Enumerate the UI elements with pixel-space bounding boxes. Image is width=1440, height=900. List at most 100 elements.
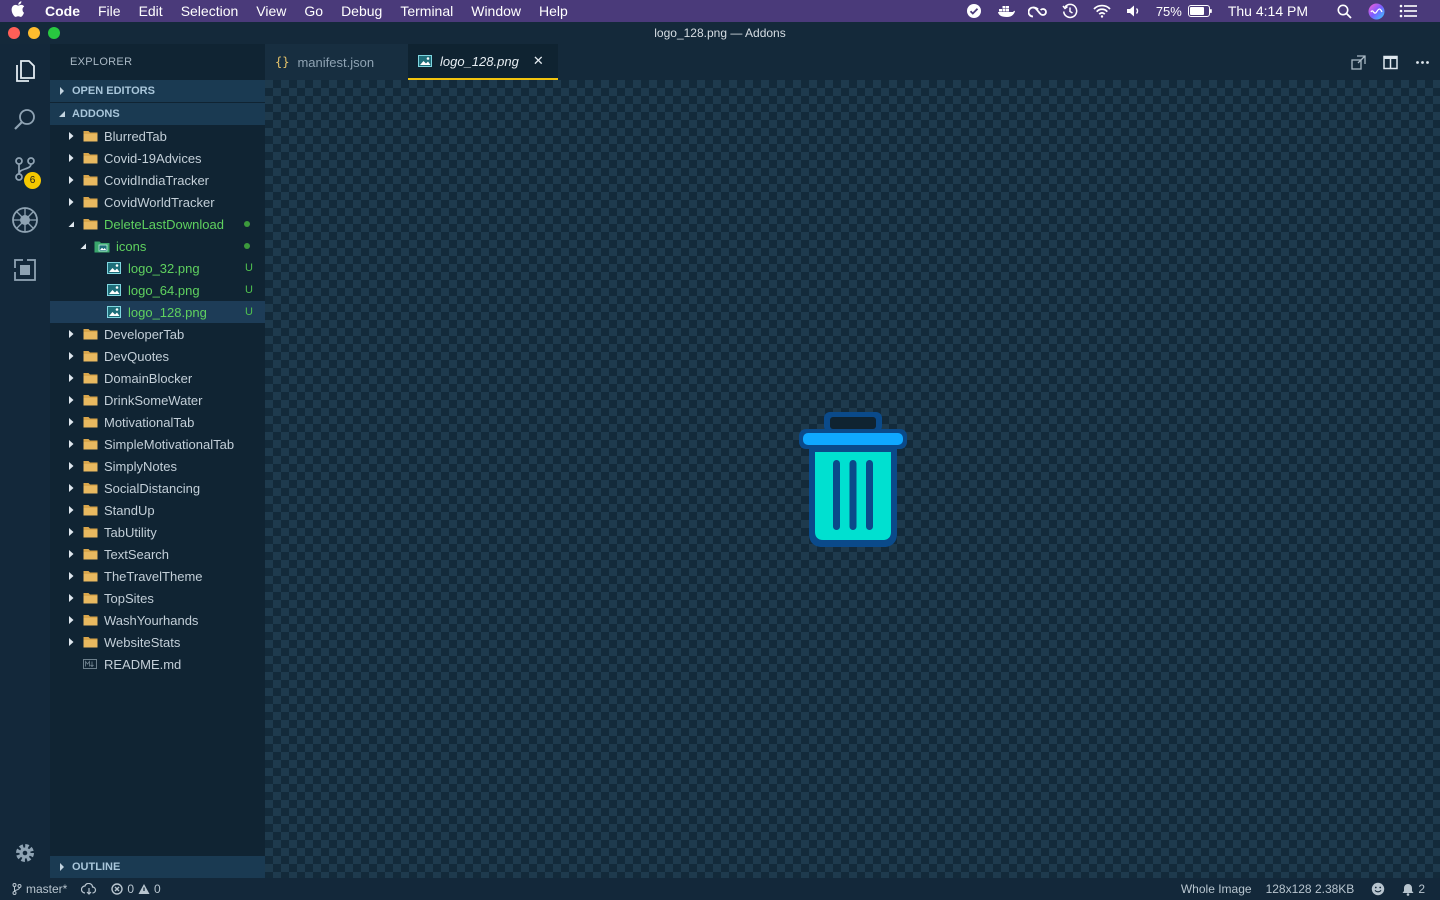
folder-icon — [82, 129, 98, 143]
chevron-down-icon — [66, 219, 76, 229]
chevron-right-icon — [66, 527, 76, 537]
tree-folder-devquotes[interactable]: DevQuotes — [50, 345, 265, 367]
tree-folder-covidworldtracker[interactable]: CovidWorldTracker — [50, 191, 265, 213]
markdown-file-icon — [82, 657, 98, 671]
wifi-icon[interactable] — [1086, 0, 1118, 22]
tree-folder-standup[interactable]: StandUp — [50, 499, 265, 521]
tree-file-readme-md[interactable]: README.md — [50, 653, 265, 675]
notifications-status[interactable]: 2 — [1395, 882, 1432, 896]
tab-logo-128-png[interactable]: logo_128.png ✕ — [408, 44, 558, 80]
explorer-sidebar: EXPLORER OPEN EDITORS ADDONS BlurredTab C… — [50, 44, 265, 878]
menu-app-code[interactable]: Code — [36, 3, 89, 19]
tree-folder-websitestats[interactable]: WebsiteStats — [50, 631, 265, 653]
image-preview-editor[interactable] — [265, 80, 1440, 878]
tree-file-logo-128-png[interactable]: logo_128.png U — [50, 301, 265, 323]
apple-menu-icon[interactable] — [0, 1, 36, 21]
git-status-untracked: U — [245, 262, 253, 274]
spotlight-icon[interactable] — [1328, 0, 1360, 22]
tree-file-logo-64-png[interactable]: logo_64.png U — [50, 279, 265, 301]
tree-folder-icons[interactable]: icons — [50, 235, 265, 257]
tree-folder-tabutility[interactable]: TabUtility — [50, 521, 265, 543]
more-actions-icon[interactable] — [1414, 54, 1430, 70]
feedback-smiley-icon[interactable] — [1361, 882, 1395, 896]
folder-icon — [82, 525, 98, 539]
tree-item-label: WashYourhands — [104, 612, 199, 628]
volume-icon[interactable] — [1118, 0, 1150, 22]
menu-file[interactable]: File — [89, 3, 130, 19]
tree-item-label: SimpleMotivationalTab — [104, 436, 235, 452]
minimize-window-button[interactable] — [28, 27, 40, 39]
tree-item-label: logo_64.png — [128, 282, 200, 298]
menu-selection[interactable]: Selection — [172, 3, 248, 19]
close-tab-icon[interactable]: ✕ — [533, 53, 544, 69]
json-braces-icon: {} — [275, 55, 290, 69]
explorer-icon[interactable] — [10, 56, 40, 86]
menu-go[interactable]: Go — [295, 3, 332, 19]
tree-folder-simplemotivationaltab[interactable]: SimpleMotivationalTab — [50, 433, 265, 455]
tree-item-label: DeveloperTab — [104, 326, 185, 342]
docker-icon[interactable] — [990, 0, 1022, 22]
icons-folder-icon — [94, 239, 110, 253]
chevron-right-icon — [66, 131, 76, 141]
tree-folder-deletelastdownload[interactable]: DeleteLastDownload — [50, 213, 265, 235]
menubar-clock[interactable]: Thu 4:14 PM — [1214, 3, 1328, 19]
menu-edit[interactable]: Edit — [130, 3, 172, 19]
tree-folder-textsearch[interactable]: TextSearch — [50, 543, 265, 565]
image-zoom-status[interactable]: Whole Image — [1174, 882, 1259, 896]
tree-item-label: logo_32.png — [128, 260, 200, 276]
git-branch-status[interactable]: master* — [0, 882, 74, 896]
debug-icon[interactable] — [10, 205, 40, 235]
search-icon[interactable] — [10, 105, 40, 135]
tree-folder-simplynotes[interactable]: SimplyNotes — [50, 455, 265, 477]
tree-item-label: DevQuotes — [104, 348, 170, 364]
addons-header[interactable]: ADDONS — [50, 103, 265, 125]
chevron-right-icon — [66, 593, 76, 603]
creative-cloud-icon[interactable] — [1022, 0, 1054, 22]
menu-terminal[interactable]: Terminal — [391, 3, 462, 19]
tree-item-label: MotivationalTab — [104, 414, 195, 430]
tree-folder-thetraveltheme[interactable]: TheTravelTheme — [50, 565, 265, 587]
tree-folder-developertab[interactable]: DeveloperTab — [50, 323, 265, 345]
folder-icon — [82, 437, 98, 451]
split-editor-icon[interactable] — [1382, 54, 1398, 70]
manage-gear-icon[interactable] — [10, 838, 40, 868]
tab-label: manifest.json — [297, 54, 375, 70]
tree-folder-drinksomewater[interactable]: DrinkSomeWater — [50, 389, 265, 411]
source-control-badge: 6 — [24, 172, 41, 189]
image-file-icon — [106, 261, 122, 275]
outline-header[interactable]: OUTLINE — [50, 856, 265, 878]
siri-icon[interactable] — [1360, 0, 1392, 22]
tree-folder-covidindiatracker[interactable]: CovidIndiaTracker — [50, 169, 265, 191]
tab-manifest-json[interactable]: {} manifest.json — [265, 44, 408, 80]
extensions-icon[interactable] — [10, 255, 40, 285]
close-window-button[interactable] — [8, 27, 20, 39]
tree-folder-blurredtab[interactable]: BlurredTab — [50, 125, 265, 147]
tree-folder-socialdistancing[interactable]: SocialDistancing — [50, 477, 265, 499]
control-list-icon[interactable] — [1392, 0, 1424, 22]
chevron-right-icon — [66, 483, 76, 493]
menu-help[interactable]: Help — [530, 3, 577, 19]
open-editors-header[interactable]: OPEN EDITORS — [50, 80, 265, 102]
menu-view[interactable]: View — [247, 3, 295, 19]
tree-folder-washyourhands[interactable]: WashYourhands — [50, 609, 265, 631]
battery-icon[interactable] — [1186, 0, 1214, 22]
tree-folder-motivationaltab[interactable]: MotivationalTab — [50, 411, 265, 433]
reminders-icon[interactable] — [958, 0, 990, 22]
time-machine-icon[interactable] — [1054, 0, 1086, 22]
tree-item-label: BlurredTab — [104, 128, 167, 144]
zoom-window-button[interactable] — [48, 27, 60, 39]
tree-file-logo-32-png[interactable]: logo_32.png U — [50, 257, 265, 279]
tree-folder-topsites[interactable]: TopSites — [50, 587, 265, 609]
problems-status[interactable]: 0 0 — [104, 882, 167, 896]
tree-item-label: DomainBlocker — [104, 370, 193, 386]
tree-item-label: TextSearch — [104, 546, 170, 562]
open-changes-icon[interactable] — [1350, 54, 1366, 70]
tree-folder-domainblocker[interactable]: DomainBlocker — [50, 367, 265, 389]
menu-window[interactable]: Window — [462, 3, 530, 19]
file-tree: BlurredTab Covid-19Advices CovidIndiaTrack… — [50, 125, 265, 675]
tree-folder-covid-19advices[interactable]: Covid-19Advices — [50, 147, 265, 169]
sync-changes-icon[interactable] — [74, 883, 104, 895]
window-title: logo_128.png — Addons — [654, 26, 786, 40]
menu-debug[interactable]: Debug — [332, 3, 391, 19]
tree-item-label: WebsiteStats — [104, 634, 181, 650]
